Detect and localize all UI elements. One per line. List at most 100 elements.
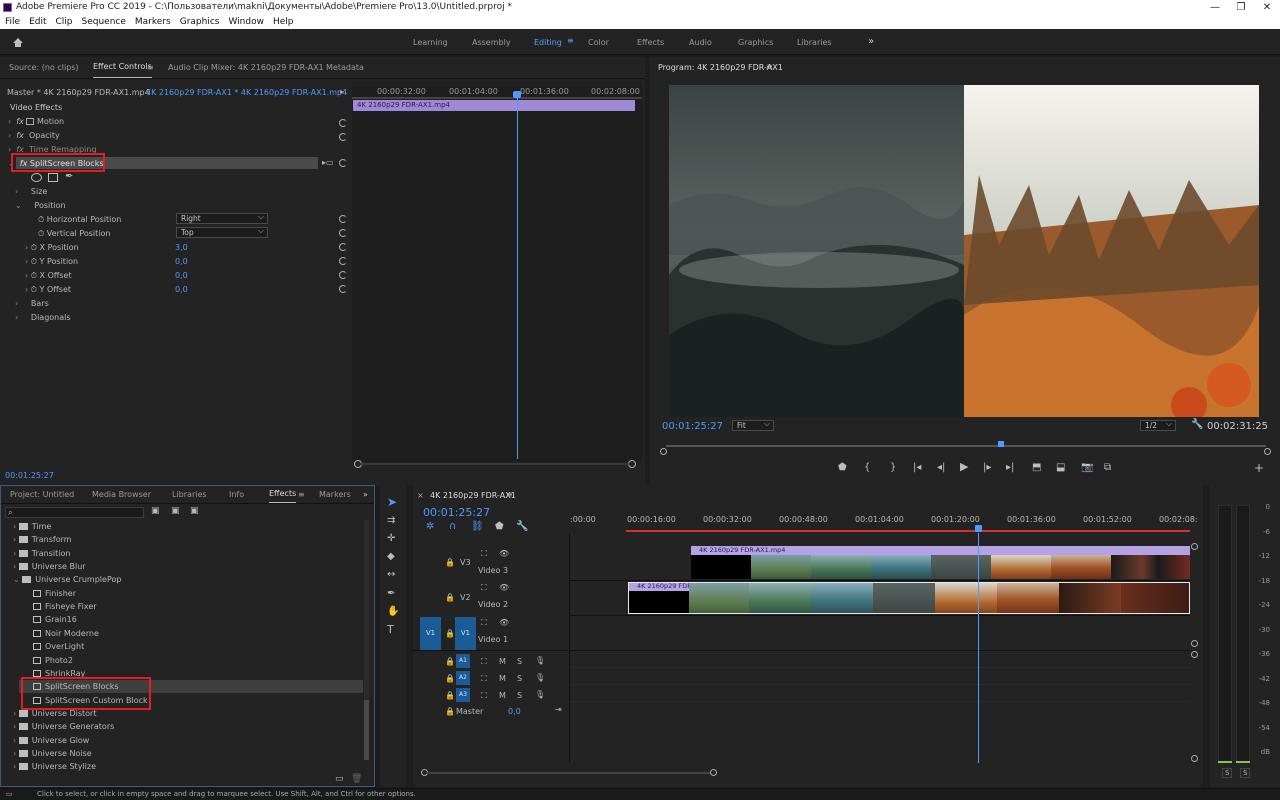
- workspace-libraries[interactable]: Libraries: [797, 38, 832, 47]
- timeline-clip-v2[interactable]: 4K 2160p29 FDR-AX1.mp4: [628, 582, 1190, 614]
- ec-playhead-handle[interactable]: [513, 91, 521, 98]
- master-volume-value[interactable]: 0,0: [508, 707, 521, 716]
- menu-markers[interactable]: Markers: [135, 15, 171, 29]
- sync-lock-icon[interactable]: ⛶: [481, 618, 487, 628]
- tab-project[interactable]: Project: Untitled: [10, 486, 74, 504]
- sequence-clip-label[interactable]: 4K 2160p29 FDR-AX1 * 4K 2160p29 FDR-AX1.…: [146, 88, 347, 97]
- reset-icon[interactable]: [339, 243, 347, 251]
- razor-tool-icon[interactable]: ◆: [387, 552, 395, 562]
- tab-libraries[interactable]: Libraries: [172, 486, 207, 504]
- effects-search-input[interactable]: ⌕: [5, 507, 144, 518]
- tab-metadata[interactable]: Metadata: [326, 57, 364, 79]
- target-a3[interactable]: A3: [456, 688, 470, 702]
- effect-item[interactable]: Photo2: [33, 656, 73, 665]
- add-marker-icon[interactable]: ⬟: [495, 522, 504, 532]
- step-forward-icon[interactable]: |▸: [983, 463, 991, 473]
- ec-timecode[interactable]: 00:01:25:27: [5, 471, 54, 480]
- target-v1[interactable]: V1: [455, 617, 476, 650]
- workspace-learning[interactable]: Learning: [413, 38, 448, 47]
- effects-folder[interactable]: › Universe Glow: [13, 736, 89, 745]
- prop-bars[interactable]: › Bars: [15, 299, 49, 308]
- button-editor-icon[interactable]: +: [1254, 462, 1264, 474]
- source-patch-v1[interactable]: V1: [420, 617, 441, 650]
- reset-icon[interactable]: [339, 271, 347, 279]
- linked-selection-icon[interactable]: ⛓: [471, 522, 484, 532]
- stopwatch-icon[interactable]: ⏱: [38, 215, 44, 224]
- yuv-effects-icon[interactable]: ▣: [190, 506, 199, 516]
- ec-scrollbar[interactable]: [354, 460, 636, 468]
- effects-folder[interactable]: › Universe Generators: [13, 722, 114, 731]
- vertical-scroll-handle[interactable]: [1191, 640, 1198, 647]
- effect-row-motion[interactable]: › fx Motion: [8, 117, 64, 126]
- menu-window[interactable]: Window: [228, 15, 264, 29]
- mic-icon[interactable]: 🎙: [535, 673, 545, 682]
- tab-effects[interactable]: Effects: [269, 486, 297, 503]
- effects-folder[interactable]: › Transition: [13, 549, 70, 558]
- stopwatch-icon[interactable]: ⏱: [31, 285, 37, 294]
- workspace-effects[interactable]: Effects: [637, 38, 664, 47]
- workspace-graphics[interactable]: Graphics: [738, 38, 773, 47]
- rectangle-mask-icon[interactable]: [48, 173, 58, 182]
- sync-lock-icon[interactable]: ⛶: [481, 549, 487, 559]
- lock-icon[interactable]: 🔒: [445, 707, 455, 716]
- prop-diagonals[interactable]: › Diagonals: [15, 313, 71, 322]
- timeline-timecode[interactable]: 00:01:25:27: [423, 506, 490, 519]
- workspace-editing[interactable]: Editing: [534, 38, 562, 47]
- close-button[interactable]: ✕: [1254, 0, 1280, 15]
- play-icon[interactable]: ▶: [960, 461, 968, 472]
- export-frame-icon[interactable]: 📷: [1081, 463, 1093, 473]
- hand-tool-icon[interactable]: ✋: [387, 607, 399, 617]
- lock-icon[interactable]: 🔒: [445, 629, 455, 638]
- lift-icon[interactable]: ⬒: [1032, 463, 1041, 473]
- x-position-value[interactable]: 3,0: [175, 243, 188, 252]
- solo-right-button[interactable]: S: [1240, 768, 1251, 778]
- mute-button[interactable]: M: [499, 674, 506, 683]
- target-a2[interactable]: A2: [456, 671, 470, 685]
- lock-icon[interactable]: 🔒: [445, 657, 455, 666]
- program-scrubber[interactable]: [660, 441, 1272, 455]
- mic-icon[interactable]: 🎙: [535, 690, 545, 699]
- target-a1[interactable]: A1: [456, 654, 470, 668]
- menu-graphics[interactable]: Graphics: [180, 15, 220, 29]
- x-offset-value[interactable]: 0,0: [175, 271, 188, 280]
- maximize-button[interactable]: ❐: [1228, 0, 1254, 15]
- effect-row-opacity[interactable]: › fx Opacity: [8, 131, 60, 140]
- reset-icon[interactable]: [339, 229, 347, 237]
- stopwatch-icon[interactable]: ⏱: [31, 243, 37, 252]
- effect-item[interactable]: OverLight: [33, 642, 84, 651]
- timeline-ruler[interactable]: :00:00 00:00:16:00 00:00:32:00 00:00:48:…: [570, 513, 1198, 533]
- effects-folder[interactable]: › Time: [13, 522, 51, 531]
- effects-folder[interactable]: › Universe Stylize: [13, 762, 96, 771]
- close-sequence-icon[interactable]: ×: [417, 491, 424, 500]
- prop-size[interactable]: › Size: [15, 187, 47, 196]
- menu-help[interactable]: Help: [273, 15, 294, 29]
- workspace-more-button[interactable]: »: [868, 36, 874, 47]
- effects-folder[interactable]: › Transform: [13, 535, 72, 544]
- resolution-dropdown[interactable]: 1/2: [1140, 419, 1176, 431]
- ec-playhead[interactable]: [517, 91, 518, 459]
- sync-lock-icon[interactable]: ⛶: [481, 674, 487, 684]
- solo-button[interactable]: S: [517, 657, 522, 666]
- track-select-tool-icon[interactable]: ⇉: [387, 516, 395, 526]
- add-keyframe-icon[interactable]: ▸▭: [322, 158, 334, 167]
- effects-folder[interactable]: › Universe Distort: [13, 709, 96, 718]
- lock-icon[interactable]: 🔒: [445, 593, 455, 602]
- reset-icon[interactable]: [339, 257, 347, 265]
- y-offset-value[interactable]: 0,0: [175, 285, 188, 294]
- horizontal-position-dropdown[interactable]: Right: [176, 212, 268, 224]
- tab-markers[interactable]: Markers: [319, 486, 351, 504]
- mic-icon[interactable]: 🎙: [535, 656, 545, 665]
- ripple-edit-tool-icon[interactable]: ✛: [387, 534, 395, 544]
- delete-icon[interactable]: 🗑: [351, 774, 362, 784]
- go-to-end-icon[interactable]: ⇥: [555, 705, 562, 714]
- motion-icon[interactable]: [26, 118, 35, 125]
- program-timecode[interactable]: 00:01:25:27: [662, 421, 723, 432]
- reset-icon[interactable]: [339, 215, 347, 223]
- lock-icon[interactable]: 🔒: [445, 674, 455, 683]
- reset-icon[interactable]: [339, 119, 347, 127]
- ec-timeline-area[interactable]: 00:00:32:00 00:01:04:00 00:01:36:00 00:0…: [352, 82, 642, 462]
- sync-lock-icon[interactable]: ⛶: [481, 657, 487, 667]
- panel-menu-icon[interactable]: ≡: [298, 486, 305, 504]
- chevron-down-icon[interactable]: ⌄: [13, 575, 22, 584]
- eye-icon[interactable]: 👁: [499, 618, 509, 627]
